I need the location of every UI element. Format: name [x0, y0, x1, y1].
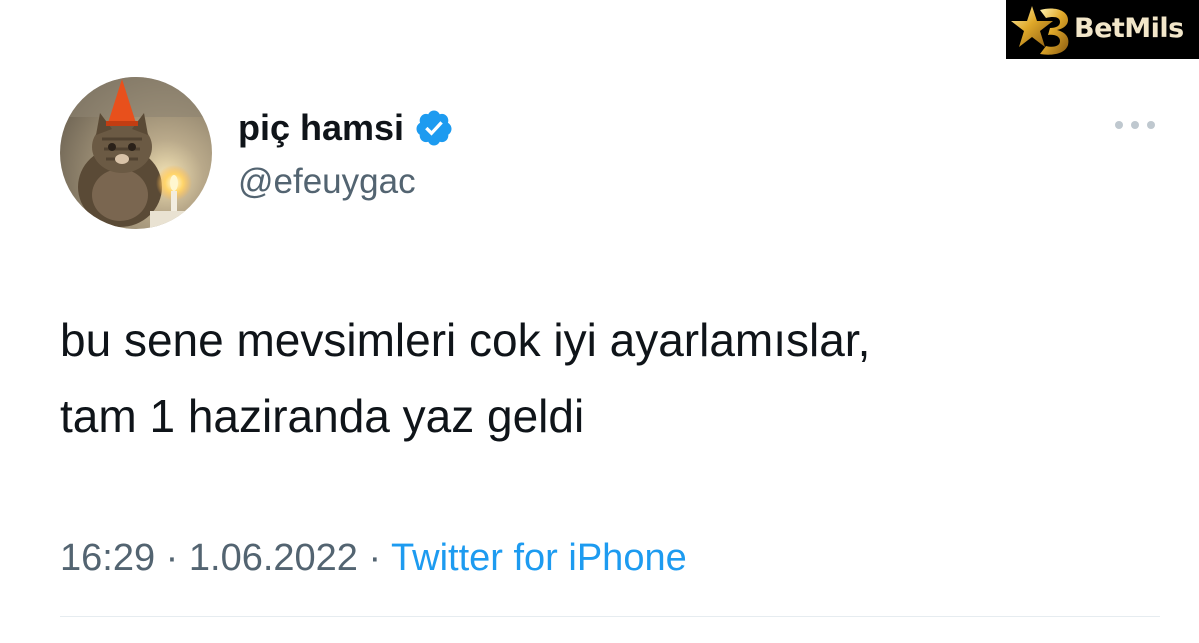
watermark-text: BetMils: [1074, 13, 1184, 44]
verified-badge-icon: [414, 108, 454, 148]
more-options-icon[interactable]: [1110, 110, 1160, 140]
display-name[interactable]: piç hamsi: [238, 104, 404, 152]
tweet-meta: 16:29 · 1.06.2022 · Twitter for iPhone: [60, 530, 687, 586]
avatar-cat-image: [60, 77, 212, 229]
tweet-text: bu sene mevsimleri cok iyi ayarlamıslar,…: [60, 314, 871, 442]
meta-separator: ·: [165, 537, 189, 579]
tweet-date[interactable]: 1.06.2022: [189, 537, 358, 579]
meta-separator: ·: [368, 537, 392, 579]
avatar[interactable]: [60, 77, 212, 229]
tweet-page: BetMils piç hamsi @efeuygac bu sene mevs…: [0, 0, 1199, 643]
watermark-logo: BetMils: [1006, 0, 1199, 59]
tweet-time[interactable]: 16:29: [60, 537, 155, 579]
divider: [60, 616, 1160, 617]
username-handle[interactable]: @efeuygac: [238, 158, 416, 206]
tweet-source-link[interactable]: Twitter for iPhone: [391, 537, 687, 579]
star-logo-icon: [1011, 6, 1069, 55]
author-name-row: piç hamsi: [238, 104, 454, 152]
